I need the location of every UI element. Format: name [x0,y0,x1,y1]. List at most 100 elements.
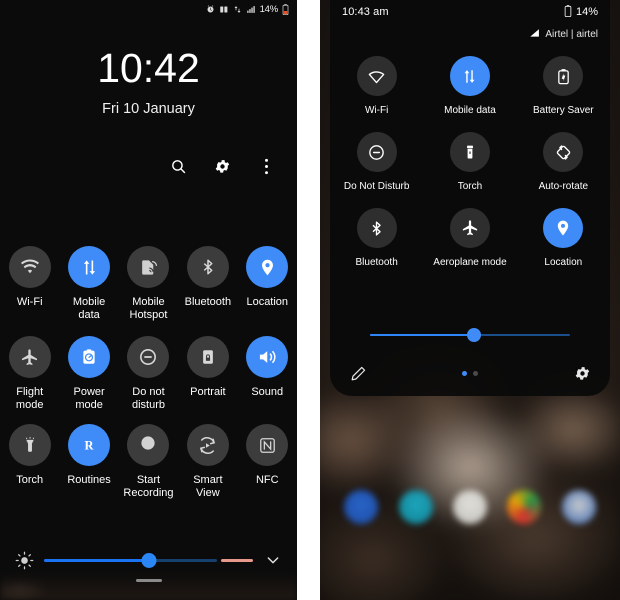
tile-row-2: Flight mode Power mode Do not disturb Po… [0,336,297,412]
carrier-text: Airtel | airtel [545,29,598,40]
tile-routines-circle: R [68,424,111,466]
right-tile-mobile-data-circle [449,56,490,96]
left-status-bar: 14% [0,0,297,18]
tile-smart-view[interactable]: Smart View [182,424,234,500]
tile-bluetooth-label: Bluetooth [184,296,232,308]
right-quick-settings-panel: 10:43 am 14% Airtel | airtel Wi-Fi Mobil… [320,0,620,600]
tile-row-3: Torch R Routines Start Recording Smart V… [0,424,297,500]
home-dock [320,490,620,524]
chrome-app-icon[interactable] [507,490,542,524]
search-icon[interactable] [167,155,189,177]
gear-icon[interactable] [211,155,233,177]
tile-do-not-disturb-label: Do not disturb [131,386,165,411]
tile-portrait[interactable]: Portrait [182,336,234,412]
tile-mobile-hotspot[interactable]: Mobile Hotspot [122,246,174,322]
tile-torch[interactable]: Torch [4,424,56,500]
tile-wifi[interactable]: Wi-Fi [4,246,56,322]
page-dot-2[interactable] [473,370,478,376]
right-tile-location[interactable]: Location [526,208,600,268]
gear-icon[interactable] [572,363,592,383]
clock-time: 10:42 [97,45,200,91]
right-brightness-slider[interactable] [370,328,570,342]
brightness-sun-icon [14,550,34,570]
right-tile-auto-rotate-label: Auto-rotate [538,181,589,192]
right-tile-aeroplane-circle [449,208,490,248]
left-tiles-grid: Wi-Fi Mobile data Mobile Hotspot Bluetoo… [0,246,297,514]
messages-app-icon[interactable] [398,490,433,524]
tile-mobile-data-label: Mobile data [72,296,106,321]
carrier-indicator: Airtel | airtel [529,28,598,41]
tile-mobile-data[interactable]: Mobile data [63,246,115,322]
clock-date: Fri 10 January [102,101,195,117]
right-tile-aeroplane-label: Aeroplane mode [433,257,507,268]
brightness-thumb[interactable] [141,552,156,568]
phone-app-icon[interactable] [344,490,379,524]
svg-text:R: R [85,439,95,453]
alarm-icon [206,4,215,14]
right-tile-dnd-label: Do Not Disturb [343,181,410,192]
right-status-bar: 10:43 am 14% [330,0,610,24]
page-indicator [462,370,478,376]
right-tile-battery-saver[interactable]: Battery Saver [526,56,600,116]
tile-location-label: Location [246,296,289,308]
right-tile-battery-saver-label: Battery Saver [533,105,594,116]
chevron-down-icon[interactable] [263,550,283,570]
gmail-app-icon[interactable] [561,490,596,524]
right-tile-wifi-label: Wi-Fi [364,105,389,116]
right-brightness-thumb[interactable] [467,328,481,342]
data-transfer-icon [233,5,242,14]
right-tile-bluetooth-circle [356,208,397,248]
right-tile-torch[interactable]: Torch [433,132,507,192]
tile-routines-label: Routines [67,474,111,486]
play-store-app-icon[interactable] [452,490,487,524]
more-vert-icon[interactable] [255,155,277,177]
tile-portrait-circle [186,336,229,378]
panel-drag-handle[interactable] [135,579,162,582]
tile-wifi-label: Wi-Fi [16,296,43,308]
tile-location-circle [246,246,289,288]
right-status-time: 10:43 am [342,6,389,18]
tile-power-mode-label: Power mode [73,386,105,411]
tile-power-mode[interactable]: Power mode [63,336,115,412]
right-panel-card: 10:43 am 14% Airtel | airtel Wi-Fi Mobil… [330,0,610,396]
right-tile-wifi-circle [356,56,397,96]
battery-low-icon [282,3,289,15]
page-dot-1[interactable] [462,370,467,376]
tile-start-recording-circle [127,424,170,466]
tile-wifi-circle [8,246,51,288]
right-tile-wifi[interactable]: Wi-Fi [340,56,414,116]
tile-start-recording[interactable]: Start Recording [122,424,174,500]
tile-smart-view-label: Smart View [193,474,223,499]
right-tile-do-not-disturb[interactable]: Do Not Disturb [340,132,414,192]
right-tile-auto-rotate[interactable]: Auto-rotate [526,132,600,192]
brightness-fill [44,558,149,562]
brightness-slider[interactable] [44,552,253,568]
tile-location[interactable]: Location [241,246,293,322]
right-tile-aeroplane-mode[interactable]: Aeroplane mode [433,208,507,268]
tile-start-recording-label: Start Recording [123,474,174,499]
tile-portrait-label: Portrait [190,386,226,398]
right-tile-location-label: Location [544,257,583,268]
tile-routines[interactable]: R Routines [63,424,115,500]
brightness-tail-segment [221,558,253,562]
right-tile-dnd-circle [356,132,397,172]
pencil-edit-icon[interactable] [348,363,368,383]
tile-bluetooth-circle [186,246,229,288]
right-tile-mobile-data[interactable]: Mobile data [433,56,507,116]
tile-flight-mode-label: Flight mode [15,386,44,411]
tile-bluetooth[interactable]: Bluetooth [182,246,234,322]
tile-do-not-disturb-circle [127,336,170,378]
battery-icon [564,4,572,20]
screenshot-stage: 14% 10:42 Fri 10 January Wi-Fi Mobile da… [0,0,620,600]
left-quick-settings-panel: 14% 10:42 Fri 10 January Wi-Fi Mobile da… [0,0,297,600]
right-tile-bluetooth[interactable]: Bluetooth [340,208,414,268]
tile-sound[interactable]: Sound [241,336,293,412]
tile-power-mode-circle [68,336,111,378]
right-tile-torch-circle [449,132,490,172]
signal-bars-icon [246,5,256,14]
tile-nfc[interactable]: NFC [241,424,293,500]
right-panel-footer [330,360,610,386]
tile-do-not-disturb[interactable]: Do not disturb [122,336,174,412]
tile-flight-mode[interactable]: Flight mode [4,336,56,412]
right-tile-row-2: Do Not Disturb Torch Auto-rotate [330,132,610,192]
